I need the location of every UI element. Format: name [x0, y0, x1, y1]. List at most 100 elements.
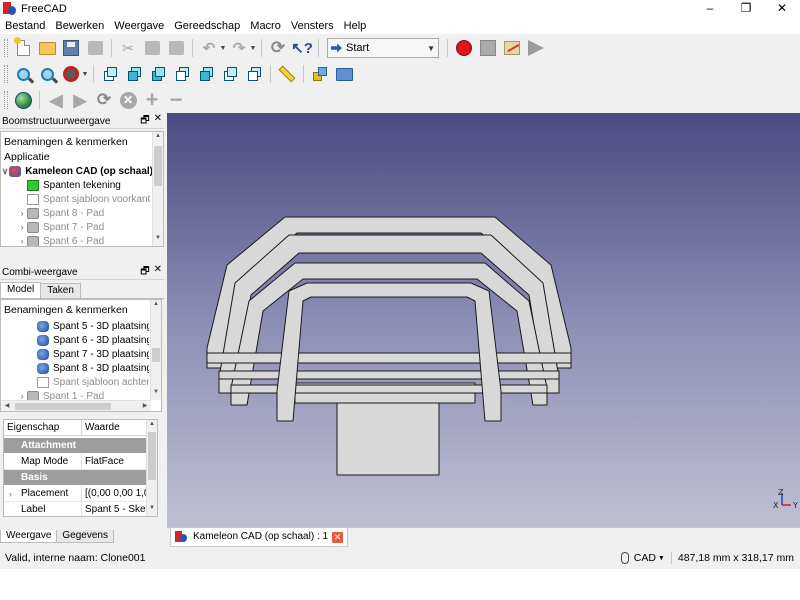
- close-panel-icon[interactable]: ✕: [154, 264, 162, 281]
- property-scrollbar[interactable]: ▲ ▼: [146, 420, 157, 516]
- open-button[interactable]: [37, 38, 57, 58]
- tab-taken[interactable]: Taken: [40, 283, 81, 298]
- navigation-style-selector[interactable]: CAD ▼: [620, 552, 671, 564]
- web-home-button[interactable]: [13, 90, 33, 110]
- view-rear-button[interactable]: [196, 64, 216, 84]
- expand-chevron-icon[interactable]: ›: [17, 208, 27, 218]
- expand-chevron-icon[interactable]: ›: [17, 236, 27, 246]
- view-left-button[interactable]: [244, 64, 264, 84]
- create-part-button[interactable]: [310, 64, 330, 84]
- menu-vensters[interactable]: Vensters: [286, 18, 339, 34]
- menu-weergave[interactable]: Weergave: [109, 18, 169, 34]
- redo-dropdown-icon[interactable]: ▼: [249, 45, 257, 52]
- property-value[interactable]: FlatFace: [82, 454, 148, 469]
- fit-selection-button[interactable]: [37, 64, 57, 84]
- close-tab-icon[interactable]: ✕: [332, 531, 344, 543]
- tab-weergave[interactable]: Weergave: [0, 530, 58, 543]
- zoom-out-button[interactable]: −: [166, 89, 186, 111]
- expand-chevron-icon[interactable]: ›: [9, 486, 12, 502]
- scroll-thumb[interactable]: [15, 403, 111, 410]
- minimize-button[interactable]: ‒: [692, 0, 728, 18]
- combi-tree-vscrollbar[interactable]: ▲ ▼: [150, 300, 161, 400]
- menu-macro[interactable]: Macro: [245, 18, 286, 34]
- column-value[interactable]: Waarde: [82, 420, 148, 435]
- execute-macro-button[interactable]: [526, 38, 546, 58]
- scroll-up-icon[interactable]: ▲: [153, 133, 163, 143]
- combi-tree-hscrollbar[interactable]: ◀ ▶: [1, 400, 151, 411]
- property-row-map-mode[interactable]: Map Mode FlatFace: [4, 454, 148, 470]
- property-value[interactable]: Spant 5 - Sketc: [82, 502, 148, 516]
- scroll-down-icon[interactable]: ▼: [147, 505, 157, 515]
- undo-button[interactable]: ↶: [199, 38, 219, 58]
- web-stop-button[interactable]: ✕: [118, 90, 138, 110]
- tab-gegevens[interactable]: Gegevens: [56, 530, 114, 543]
- scroll-thumb[interactable]: [148, 432, 156, 480]
- toolbar-grip[interactable]: [4, 65, 8, 83]
- column-property[interactable]: Eigenschap: [4, 420, 82, 435]
- tree-item-pad[interactable]: › Spant 8 - Pad: [1, 206, 153, 220]
- scroll-right-icon[interactable]: ▶: [140, 401, 150, 411]
- close-panel-icon[interactable]: ✕: [154, 113, 162, 130]
- draw-style-button[interactable]: [61, 64, 81, 84]
- save-as-button[interactable]: [85, 38, 105, 58]
- fit-all-button[interactable]: [13, 64, 33, 84]
- tree-item-template[interactable]: Spant sjabloon voorkant: [1, 192, 153, 206]
- record-macro-button[interactable]: [454, 38, 474, 58]
- maximize-button[interactable]: ❐: [728, 0, 764, 18]
- tree-view[interactable]: Benamingen & kenmerken Applicatie ∨ Kame…: [0, 131, 164, 247]
- tree-item-sketch[interactable]: Spanten tekening: [1, 178, 153, 192]
- view-front-button[interactable]: [124, 64, 144, 84]
- toolbar-grip[interactable]: [4, 91, 8, 109]
- menu-help[interactable]: Help: [339, 18, 372, 34]
- scroll-thumb[interactable]: [152, 348, 160, 362]
- document-tab[interactable]: Kameleon CAD (op schaal) : 1 ✕: [170, 528, 349, 547]
- workbench-selector[interactable]: Start ▼: [327, 38, 439, 58]
- paste-button[interactable]: [166, 38, 186, 58]
- save-button[interactable]: [61, 38, 81, 58]
- stop-macro-button[interactable]: [478, 38, 498, 58]
- edit-macro-button[interactable]: [502, 38, 522, 58]
- whats-this-button[interactable]: ↖?: [291, 38, 313, 58]
- scroll-left-icon[interactable]: ◀: [2, 401, 12, 411]
- web-refresh-button[interactable]: ⟳: [94, 90, 114, 110]
- menu-bewerken[interactable]: Bewerken: [50, 18, 109, 34]
- expand-chevron-icon[interactable]: ∨: [1, 166, 9, 177]
- scroll-down-icon[interactable]: ▼: [151, 389, 161, 399]
- close-button[interactable]: ✕: [764, 0, 800, 18]
- view-top-button[interactable]: [148, 64, 168, 84]
- scroll-up-icon[interactable]: ▲: [151, 301, 161, 311]
- float-panel-icon[interactable]: 🗗: [140, 264, 149, 281]
- menu-gereedschap[interactable]: Gereedschap: [169, 18, 245, 34]
- property-row-label[interactable]: Label Spant 5 - Sketc: [4, 502, 148, 516]
- scroll-thumb[interactable]: [154, 146, 162, 186]
- tree-item-pad[interactable]: › Spant 7 - Pad: [1, 220, 153, 234]
- tab-model[interactable]: Model: [0, 282, 42, 298]
- scroll-up-icon[interactable]: ▲: [147, 421, 157, 431]
- measure-button[interactable]: [277, 64, 297, 84]
- tree-item-document[interactable]: ∨ Kameleon CAD (op schaal): [1, 164, 153, 178]
- tree-item-clone[interactable]: Spant 5 - 3D plaatsing: [1, 319, 149, 333]
- property-value[interactable]: [(0,00 0,00 1,00: [82, 486, 148, 501]
- back-button[interactable]: ◀: [46, 90, 66, 110]
- copy-button[interactable]: [142, 38, 162, 58]
- zoom-in-button[interactable]: +: [142, 89, 162, 111]
- property-group-attachment[interactable]: Attachment: [4, 438, 148, 453]
- expand-chevron-icon[interactable]: ›: [17, 222, 27, 232]
- forward-button[interactable]: ▶: [70, 90, 90, 110]
- tree-item-clone[interactable]: Spant 7 - 3D plaatsing: [1, 347, 149, 361]
- tree-item-clone[interactable]: Spant 8 - 3D plaatsing: [1, 361, 149, 375]
- undo-dropdown-icon[interactable]: ▼: [219, 45, 227, 52]
- tree-item-pad[interactable]: › Spant 6 - Pad: [1, 234, 153, 246]
- recompute-button[interactable]: ⟳: [268, 38, 288, 58]
- redo-button[interactable]: ↷: [229, 38, 249, 58]
- tree-item-template[interactable]: Spant sjabloon achterk: [1, 375, 149, 389]
- view-isometric-button[interactable]: [100, 64, 120, 84]
- scroll-down-icon[interactable]: ▼: [153, 235, 163, 245]
- tree-scrollbar[interactable]: ▲ ▼: [152, 132, 163, 246]
- draw-style-dropdown-icon[interactable]: ▼: [81, 71, 89, 78]
- tree-item-clone[interactable]: Spant 6 - 3D plaatsing: [1, 333, 149, 347]
- create-group-button[interactable]: [334, 64, 354, 84]
- cut-button[interactable]: ✂: [118, 38, 138, 58]
- float-panel-icon[interactable]: 🗗: [140, 113, 149, 130]
- combi-tree-view[interactable]: Benamingen & kenmerken Spant 5 - 3D plaa…: [0, 299, 162, 412]
